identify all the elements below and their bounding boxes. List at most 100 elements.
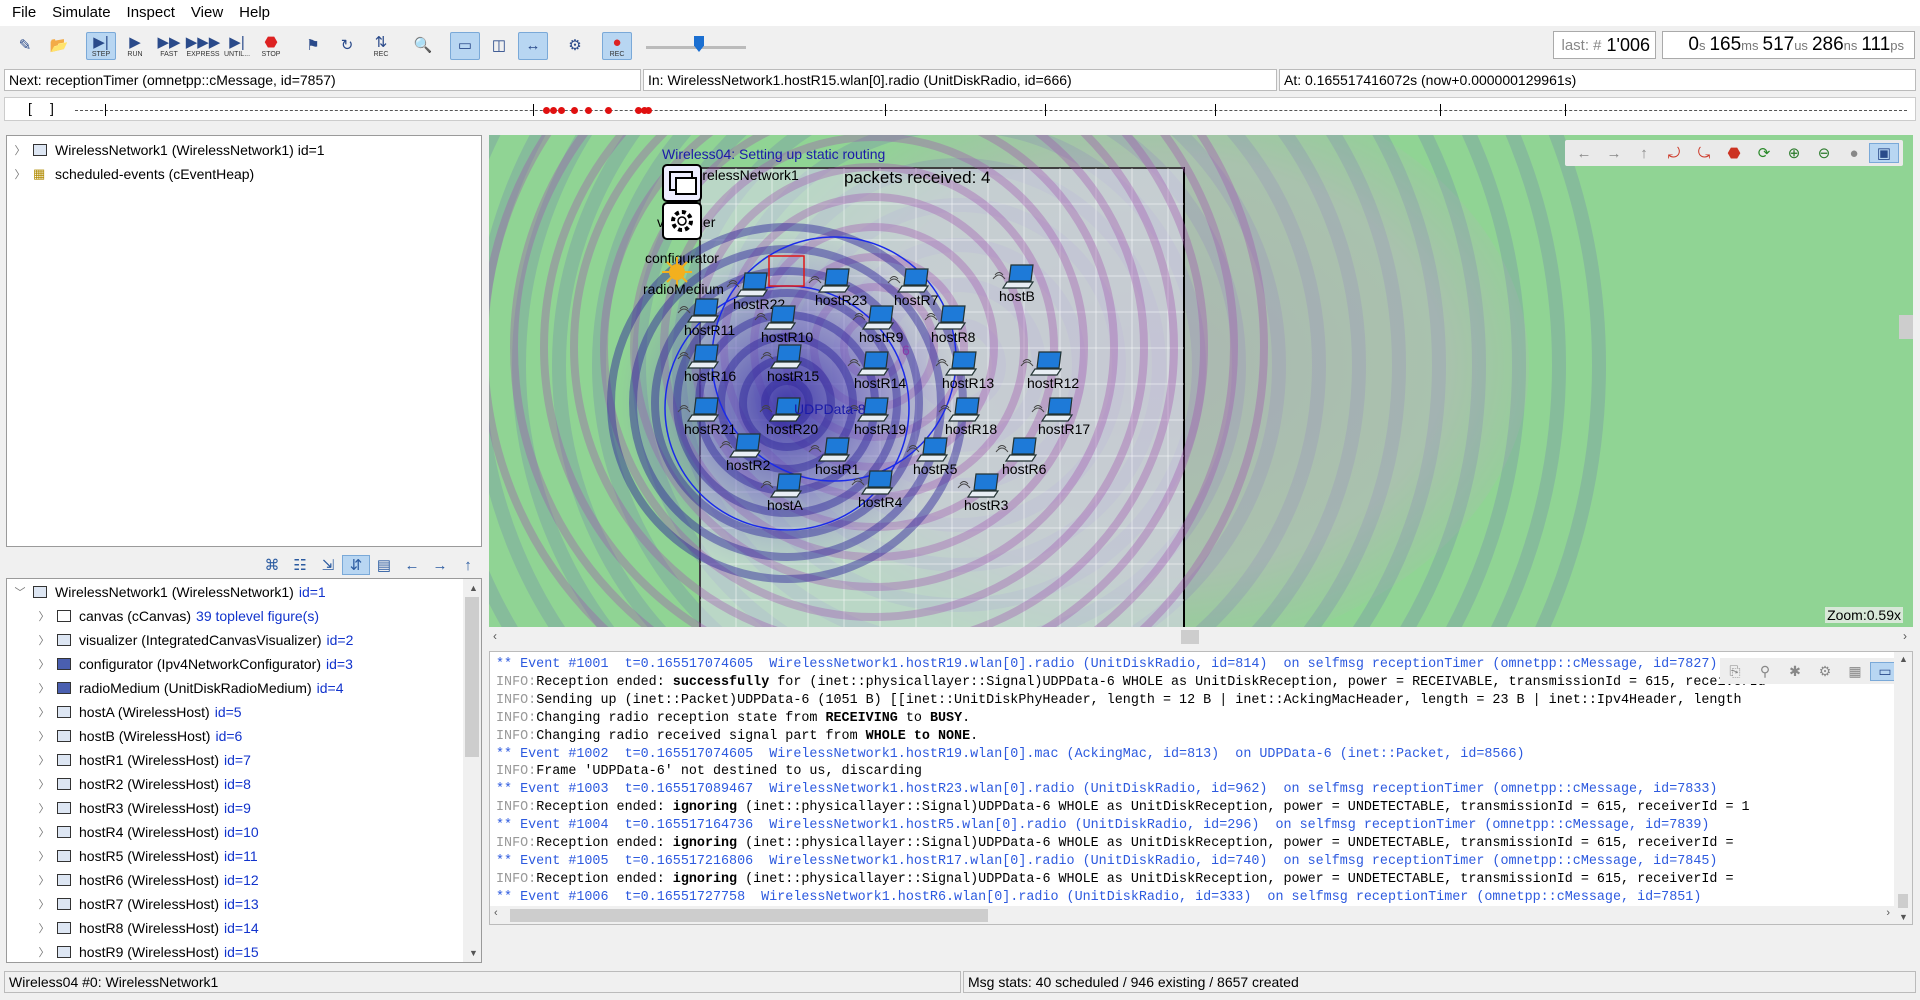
expand-arrow-icon[interactable]: 〉 [37, 800, 51, 816]
rebuild-button[interactable]: ↻ [332, 32, 362, 60]
timeline-event-marker[interactable] [550, 107, 557, 114]
expand-arrow-icon[interactable]: 〉 [37, 608, 51, 624]
run-until-button[interactable]: ▶| UNTIL... [222, 32, 252, 60]
expand-arrow-icon[interactable]: 〉 [37, 680, 51, 696]
find-objects-icon[interactable]: ⌘ [258, 556, 286, 574]
expand-arrow-icon[interactable]: 〉 [37, 824, 51, 840]
event-timeline[interactable]: [ ] [4, 97, 1916, 121]
timeline-event-marker[interactable] [645, 107, 652, 114]
tree-mode-icon[interactable]: ☷ [286, 556, 314, 574]
expand-arrow-icon[interactable]: 〉 [37, 656, 51, 672]
network-canvas[interactable]: Wireless04: Setting up static routing Wi… [489, 135, 1913, 627]
timeline-event-marker[interactable] [585, 107, 592, 114]
canvas-options-icon[interactable]: ● [1839, 145, 1869, 162]
inspector-tree-row[interactable]: 〉 hostB (WirelessHost) id=6 [7, 724, 481, 748]
stop-button[interactable]: ⬣ STOP [256, 32, 286, 60]
canvas-horizontal-scrollbar[interactable]: ‹ › [489, 627, 1913, 647]
inspector-tree-scrollbar[interactable]: ▲ ▼ [463, 579, 481, 962]
timeline-toggle-button[interactable]: ↔ [518, 32, 548, 60]
layout-horizontal-button[interactable]: ▭ [450, 32, 480, 60]
new-run-button[interactable]: ✎ [10, 32, 40, 60]
finish-button[interactable]: ⚑ [298, 32, 328, 60]
collapse-arrow-icon[interactable]: ﹀ [13, 584, 27, 600]
back-arrow-icon[interactable]: ← [398, 557, 426, 574]
expand-arrow-icon[interactable]: 〉 [13, 142, 27, 158]
log-messages-mode-icon[interactable]: ▦ [1840, 663, 1870, 680]
inspector-tree-row[interactable]: 〉 hostR6 (WirelessHost) id=12 [7, 868, 481, 892]
canvas-forward-icon[interactable]: → [1599, 145, 1629, 162]
menu-simulate[interactable]: Simulate [44, 0, 118, 26]
zoom-in-icon[interactable]: ⊕ [1779, 144, 1809, 162]
step-button[interactable]: ▶| STEP [86, 32, 116, 60]
expand-arrow-icon[interactable]: 〉 [37, 872, 51, 888]
settings-button[interactable]: ⚙ [560, 32, 590, 60]
forward-arrow-icon[interactable]: → [426, 557, 454, 574]
menu-inspect[interactable]: Inspect [119, 0, 183, 26]
expand-arrow-icon[interactable]: 〉 [37, 704, 51, 720]
timeline-event-marker[interactable] [571, 107, 578, 114]
inspector-tree-row[interactable]: 〉 hostR5 (WirelessHost) id=11 [7, 844, 481, 868]
slider-thumb[interactable] [694, 36, 704, 52]
canvas-up-icon[interactable]: ↑ [1629, 145, 1659, 162]
object-tree-row[interactable]: 〉 ▦ scheduled-events (cEventHeap) [7, 162, 481, 186]
mode-step-icon[interactable]: ⤾ [1659, 145, 1689, 162]
zoom-out-icon[interactable]: ⊖ [1809, 144, 1839, 162]
record-event-button[interactable]: ⇅ REC [366, 32, 396, 60]
log-filter-icon[interactable]: ⚲ [1750, 663, 1780, 680]
expand-arrow-icon[interactable]: 〉 [13, 166, 27, 182]
parent-arrow-icon[interactable]: ↑ [454, 557, 482, 574]
record-video-button[interactable]: ● REC [602, 32, 632, 60]
inspector-tree-row[interactable]: 〉 hostR3 (WirelessHost) id=9 [7, 796, 481, 820]
canvas-mode-icon[interactable]: ▣ [1869, 143, 1899, 163]
run-button[interactable]: ▶ RUN [120, 32, 150, 60]
event-log-panel[interactable]: ** Event #1001 t=0.165517074605 Wireless… [489, 651, 1913, 925]
inspector-tree-row[interactable]: 〉 hostR9 (WirelessHost) id=15 [7, 940, 481, 962]
expand-arrow-icon[interactable]: 〉 [37, 920, 51, 936]
expand-arrow-icon[interactable]: 〉 [37, 752, 51, 768]
canvas-hscroll-thumb[interactable] [1181, 630, 1199, 644]
expand-arrow-icon[interactable]: 〉 [37, 728, 51, 744]
menu-help[interactable]: Help [231, 0, 278, 26]
inspector-tree-row[interactable]: 〉 hostR8 (WirelessHost) id=14 [7, 916, 481, 940]
inspector-tree-row[interactable]: 〉 hostR2 (WirelessHost) id=8 [7, 772, 481, 796]
object-tree-row[interactable]: 〉 WirelessNetwork1 (WirelessNetwork1) id=… [7, 138, 481, 162]
load-ned-button[interactable]: 📂 [44, 32, 74, 60]
canvas-back-icon[interactable]: ← [1569, 145, 1599, 162]
expand-arrow-icon[interactable]: 〉 [37, 632, 51, 648]
flat-mode-icon[interactable]: ⇵ [342, 555, 370, 575]
inspector-tree-row[interactable]: 〉 hostR4 (WirelessHost) id=10 [7, 820, 481, 844]
menu-view[interactable]: View [183, 0, 231, 26]
layout-vertical-button[interactable]: ◫ [484, 32, 514, 60]
expand-arrow-icon[interactable]: 〉 [37, 944, 51, 960]
fast-run-button[interactable]: ▶▶ FAST [154, 32, 184, 60]
canvas-refresh-icon[interactable]: ⟳ [1749, 144, 1779, 162]
inspector-tree-row[interactable]: 〉 hostR7 (WirelessHost) id=13 [7, 892, 481, 916]
expand-arrow-icon[interactable]: 〉 [37, 776, 51, 792]
inspector-tree-row[interactable]: 〉 canvas (cCanvas) 39 toplevel figure(s) [7, 604, 481, 628]
inspector-tree-row[interactable]: 〉 visualizer (IntegratedCanvasVisualizer)… [7, 628, 481, 652]
canvas-vertical-scroll-thumb[interactable] [1899, 315, 1913, 339]
expand-arrow-icon[interactable]: 〉 [37, 896, 51, 912]
inspector-tree-row[interactable]: 〉 hostA (WirelessHost) id=5 [7, 700, 481, 724]
toggle-details-icon[interactable]: ▤ [370, 556, 398, 574]
timeline-event-marker[interactable] [543, 107, 550, 114]
log-find-icon[interactable]: ✱ [1780, 663, 1810, 680]
log-vertical-scrollbar[interactable]: ▲ ▼ [1894, 652, 1912, 924]
timeline-event-marker[interactable] [558, 107, 565, 114]
timeline-event-marker[interactable] [605, 107, 612, 114]
menu-file[interactable]: File [4, 0, 44, 26]
inspector-tree-row[interactable]: 〉 radioMedium (UnitDiskRadioMedium) id=4 [7, 676, 481, 700]
mode-run-icon[interactable]: ⤿ [1689, 145, 1719, 162]
inspector-tree-row[interactable]: 〉 configurator (Ipv4NetworkConfigurator) i… [7, 652, 481, 676]
inspector-tree-row[interactable]: 〉 hostR1 (WirelessHost) id=7 [7, 748, 481, 772]
scroll-right-icon[interactable]: › [1903, 629, 1907, 643]
expand-arrow-icon[interactable]: 〉 [37, 848, 51, 864]
find-button[interactable]: 🔍 [408, 32, 438, 60]
log-copy-icon[interactable]: ⎘ [1720, 663, 1750, 680]
animation-speed-slider[interactable] [646, 32, 746, 60]
canvas-stop-icon[interactable]: ⬣ [1719, 144, 1749, 162]
express-run-button[interactable]: ▶▶▶ EXPRESS [186, 32, 221, 60]
children-mode-icon[interactable]: ⇲ [314, 556, 342, 574]
inspector-tree-root[interactable]: ﹀ WirelessNetwork1 (WirelessNetwork1) id=1 [7, 580, 481, 604]
scroll-left-icon[interactable]: ‹ [493, 629, 497, 643]
